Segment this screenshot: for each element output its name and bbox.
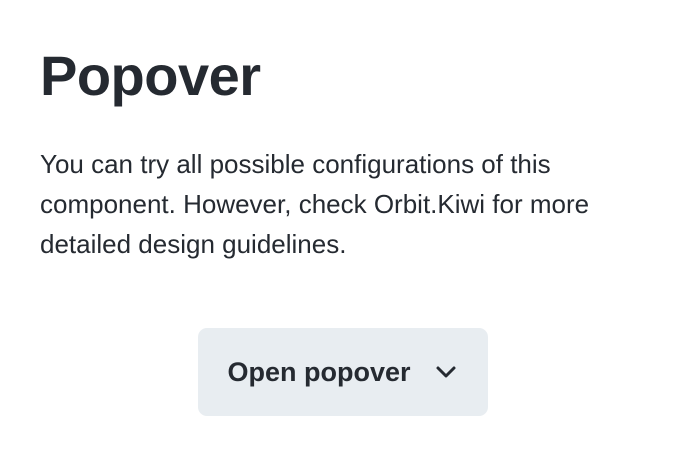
open-popover-button[interactable]: Open popover: [198, 328, 488, 416]
page: Popover You can try all possible configu…: [0, 0, 686, 456]
page-title: Popover: [40, 44, 261, 107]
open-popover-button-label: Open popover: [227, 356, 411, 387]
chevron-down-icon: [433, 359, 459, 385]
page-description: You can try all possible configurations …: [40, 149, 590, 259]
